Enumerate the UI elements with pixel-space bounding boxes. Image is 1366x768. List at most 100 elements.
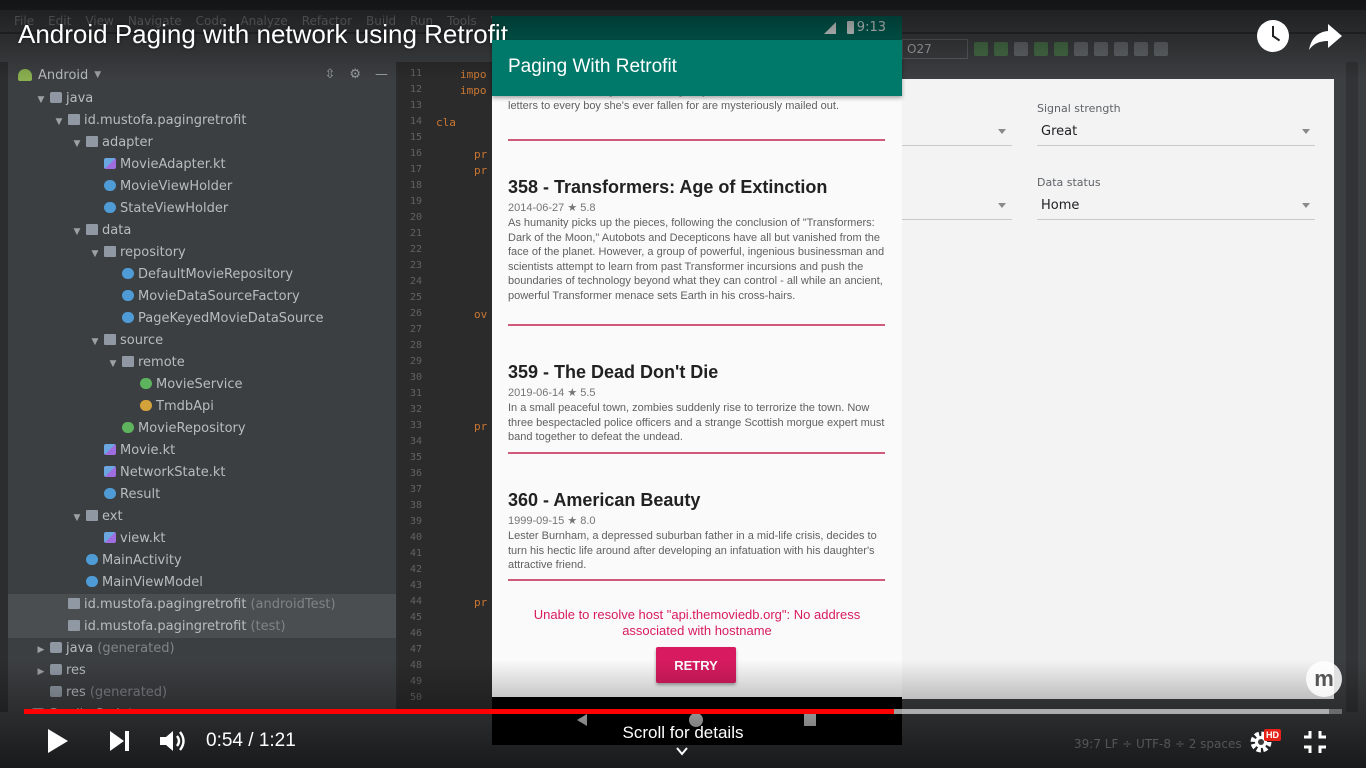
tree-item[interactable]: MainViewModel — [8, 572, 396, 594]
list-item[interactable]: 358 - Transformers: Age of Extinction 20… — [508, 177, 885, 304]
tree-item[interactable]: MovieDataSourceFactory — [8, 286, 396, 308]
attach-icon[interactable] — [1074, 42, 1088, 56]
expand-arrow-icon[interactable]: ▼ — [88, 243, 102, 265]
list-item-partial[interactable]: Lara Jean's love life goes from imaginar… — [508, 96, 885, 113]
tree-item[interactable]: MovieRepository — [8, 418, 396, 440]
tree-item[interactable]: MovieViewHolder — [8, 176, 396, 198]
tree-item[interactable]: view.kt — [8, 528, 396, 550]
sdk-icon[interactable] — [1154, 42, 1168, 56]
tree-item-label: MovieDataSourceFactory — [138, 289, 300, 304]
tree-item[interactable]: ▼ remote — [8, 352, 396, 374]
tree-item[interactable]: NetworkState.kt — [8, 462, 396, 484]
tree-item-label: id.mustofa.pagingretrofit — [84, 597, 247, 612]
line-number: 38 — [409, 500, 422, 511]
chevron-down-icon[interactable] — [676, 745, 688, 757]
tree-item[interactable]: ▼ adapter — [8, 132, 396, 154]
tree-item-label: repository — [120, 245, 186, 260]
movie-overview: Lara Jean's love life goes from imaginar… — [508, 96, 868, 112]
collapse-all-icon[interactable]: ⇳ — [324, 67, 335, 82]
gear-icon[interactable]: ⚙ — [349, 67, 361, 82]
tree-item[interactable]: PageKeyedMovieDataSource — [8, 308, 396, 330]
tree-item[interactable]: TmdbApi — [8, 396, 396, 418]
recents-icon[interactable] — [804, 714, 816, 726]
progress-bar[interactable] — [24, 709, 1342, 714]
tree-item[interactable]: StateViewHolder — [8, 198, 396, 220]
next-icon[interactable] — [108, 731, 132, 751]
play-icon[interactable] — [48, 729, 68, 753]
pkg-icon — [86, 224, 98, 235]
movie-list[interactable]: Lara Jean's love life goes from imaginar… — [492, 96, 902, 697]
emulator-cellular-panel: Signal strength Great Data status Home — [902, 79, 1334, 699]
project-view-label: Android — [38, 67, 89, 83]
tree-item[interactable]: res (generated) — [8, 682, 396, 704]
kotlin-icon — [104, 532, 116, 543]
video-title[interactable]: Android Paging with network using Retrof… — [18, 19, 508, 50]
movie-meta: 2014-06-27 ★ 5.8 — [508, 202, 596, 214]
expand-arrow-icon[interactable]: ▼ — [70, 133, 84, 155]
expand-arrow-icon[interactable]: ▼ — [88, 331, 102, 353]
tree-item[interactable]: ▼ java — [8, 88, 396, 110]
run-icon[interactable] — [974, 42, 988, 56]
volume-icon[interactable] — [158, 728, 188, 754]
expand-arrow-icon[interactable]: ▼ — [70, 221, 84, 243]
device-select[interactable]: O27 — [902, 39, 968, 59]
cls-icon — [104, 202, 116, 213]
status-clock: 9:13 — [856, 20, 886, 35]
collapse-arrow-icon[interactable]: ▶ — [34, 639, 48, 661]
tree-item[interactable]: MainActivity — [8, 550, 396, 572]
line-number: 34 — [409, 436, 422, 447]
apply-changes-icon[interactable] — [994, 42, 1008, 56]
chevron-down-icon — [998, 203, 1006, 208]
tree-item[interactable]: ▼ data — [8, 220, 396, 242]
expand-arrow-icon[interactable]: ▼ — [34, 89, 48, 111]
tree-item[interactable]: MovieService — [8, 374, 396, 396]
avd-icon[interactable] — [1134, 42, 1148, 56]
structure-icon[interactable] — [1014, 42, 1028, 56]
tree-item[interactable]: MovieAdapter.kt — [8, 154, 396, 176]
tree-item[interactable]: ▶ java (generated) — [8, 638, 396, 660]
watch-later-icon[interactable] — [1257, 20, 1289, 52]
tree-item[interactable]: id.mustofa.pagingretrofit (test) — [8, 616, 396, 638]
tree-item[interactable]: DefaultMovieRepository — [8, 264, 396, 286]
data-status-value[interactable]: Home — [1041, 198, 1079, 213]
line-number: 24 — [409, 276, 422, 287]
code-editor[interactable]: impo impo cla pr pr ov pr pr 11 12 13 14 15 1… — [398, 62, 492, 712]
stop-icon[interactable] — [1094, 42, 1108, 56]
emulator-screen[interactable]: 9:13 Paging With Retrofit Lara Jean's lo… — [492, 16, 902, 745]
channel-watermark[interactable]: m — [1306, 661, 1342, 697]
list-item[interactable]: 359 - The Dead Don't Die 2019-06-14 ★ 5.… — [508, 362, 885, 445]
tree-item[interactable]: ▼ ext — [8, 506, 396, 528]
minimize-icon[interactable]: — — [375, 67, 388, 82]
share-icon[interactable] — [1308, 20, 1344, 52]
expand-arrow-icon[interactable]: ▼ — [52, 111, 66, 133]
exit-fullscreen-icon[interactable] — [1302, 729, 1328, 755]
list-item[interactable]: 360 - American Beauty 1999-09-15 ★ 8.0 L… — [508, 490, 885, 573]
tree-item[interactable]: ▼ repository — [8, 242, 396, 264]
line-number: 14 — [409, 116, 422, 127]
collapse-arrow-icon[interactable]: ▶ — [34, 661, 48, 683]
expand-arrow-icon[interactable]: ▼ — [70, 507, 84, 529]
tree-item-label: res — [66, 663, 86, 678]
debug-icon[interactable] — [1034, 42, 1048, 56]
tree-item[interactable]: ▼ id.mustofa.pagingretrofit — [8, 110, 396, 132]
line-number: 35 — [409, 452, 422, 463]
project-pane-header[interactable]: Android ▼ ⇳ ⚙ — — [8, 62, 396, 88]
code-fragment: pr — [474, 596, 488, 609]
profile-icon[interactable] — [1054, 42, 1068, 56]
expand-arrow-icon[interactable]: ▼ — [106, 353, 120, 375]
sync-icon[interactable] — [1114, 42, 1128, 56]
chevron-down-icon — [998, 129, 1006, 134]
data-status-label: Data status — [1037, 176, 1101, 189]
tree-item[interactable]: ▼ source — [8, 330, 396, 352]
tree-item[interactable]: Result — [8, 484, 396, 506]
ide-toolbar-actions: O27 — [902, 38, 1168, 60]
tree-item[interactable]: ▶ res — [8, 660, 396, 682]
retry-button[interactable]: RETRY — [656, 647, 736, 683]
scroll-for-details[interactable]: Scroll for details — [583, 723, 783, 743]
scrollbar[interactable] — [1346, 62, 1358, 712]
signal-strength-value[interactable]: Great — [1041, 124, 1077, 139]
cls-icon — [122, 268, 134, 279]
chevron-down-icon — [1302, 129, 1310, 134]
tree-item[interactable]: id.mustofa.pagingretrofit (androidTest) — [8, 594, 396, 616]
tree-item[interactable]: Movie.kt — [8, 440, 396, 462]
